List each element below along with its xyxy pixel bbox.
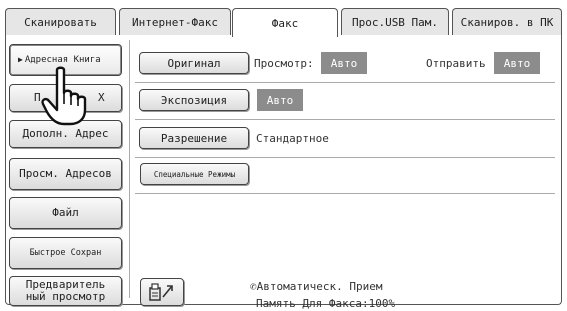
additional-address-label: Дополн. Адрес — [22, 127, 109, 140]
tab-scan-to-pc[interactable]: Сканиров. в ПК — [452, 8, 562, 35]
fax-screen: Сканировать Интернет-Факс Факс Прос.USB … — [0, 0, 567, 311]
column-divider — [129, 40, 130, 298]
file-button[interactable]: Файл — [9, 197, 122, 229]
tab-usb-memory-label: Прос.USB Пам. — [351, 15, 439, 29]
tab-internet-fax-label: Интернет-Факс — [131, 15, 219, 29]
fax-export-icon — [149, 283, 173, 301]
fax-memory-text: Память Для Факса:100% — [256, 297, 396, 310]
send-value: Авто — [494, 52, 540, 74]
view-value: Авто — [321, 52, 367, 74]
view-addresses-label: Просм. Адресов — [19, 167, 112, 180]
view-label: Просмотр: — [254, 57, 314, 70]
separator-3 — [135, 157, 555, 158]
receive-mode-text: Автоматическ. Прием — [256, 280, 383, 293]
send-value-text: Авто — [503, 56, 531, 70]
tab-scan-to-pc-label: Сканиров. в ПК — [460, 15, 554, 29]
view-value-text: Авто — [330, 56, 358, 70]
right-triangle-icon: ▶ — [18, 55, 23, 64]
fax-export-button[interactable] — [140, 278, 184, 306]
tab-scan-label: Сканировать — [24, 15, 97, 29]
special-modes-button[interactable]: Специальные Режимы — [140, 163, 249, 185]
exposure-button-label: Экспозиция — [160, 93, 228, 107]
exposure-value-text: Авто — [266, 93, 294, 107]
special-modes-label: Специальные Режимы — [153, 169, 236, 179]
separator-2 — [135, 119, 555, 120]
direct-address-label-end: Х — [98, 91, 105, 104]
original-button-label: Оригинал — [167, 56, 221, 70]
send-label: Отправить — [426, 57, 486, 70]
quick-save-button[interactable]: Быстрое Сохран — [9, 237, 122, 269]
additional-address-button[interactable]: Дополн. Адрес — [9, 120, 122, 148]
tab-internet-fax[interactable]: Интернет-Факс — [119, 8, 231, 35]
exposure-button[interactable]: Экспозиция — [139, 89, 249, 111]
tab-usb-memory[interactable]: Прос.USB Пам. — [341, 8, 449, 35]
tab-fax-label: Факс — [271, 16, 299, 30]
address-book-button[interactable]: ▶ Адресная Книга — [9, 44, 122, 76]
preview-button[interactable]: Предваритель ный просмотр — [9, 276, 122, 306]
direct-address-button[interactable]: П Х — [9, 84, 122, 112]
separator-1 — [135, 82, 555, 83]
tab-scan[interactable]: Сканировать — [5, 8, 116, 35]
resolution-button[interactable]: Разрешение — [139, 127, 249, 149]
direct-address-label-start: П — [34, 91, 41, 104]
receive-mode-status: ✆Автоматическ. Прием — [250, 280, 382, 293]
original-button[interactable]: Оригинал — [139, 52, 249, 74]
separator-4 — [135, 193, 555, 194]
phone-icon: ✆ — [250, 280, 257, 293]
resolution-button-label: Разрешение — [160, 131, 228, 145]
exposure-value: Авто — [257, 89, 303, 111]
resolution-value: Стандартное — [256, 132, 329, 145]
preview-label: Предваритель ный просмотр — [25, 278, 106, 303]
file-label: Файл — [52, 206, 79, 219]
address-book-label: Адресная Книга — [24, 55, 101, 65]
quick-save-label: Быстрое Сохран — [29, 248, 102, 258]
fax-memory-status: Память Для Факса:100% — [256, 297, 395, 310]
tab-fax[interactable]: Факс — [232, 8, 338, 37]
view-addresses-button[interactable]: Просм. Адресов — [9, 158, 122, 190]
